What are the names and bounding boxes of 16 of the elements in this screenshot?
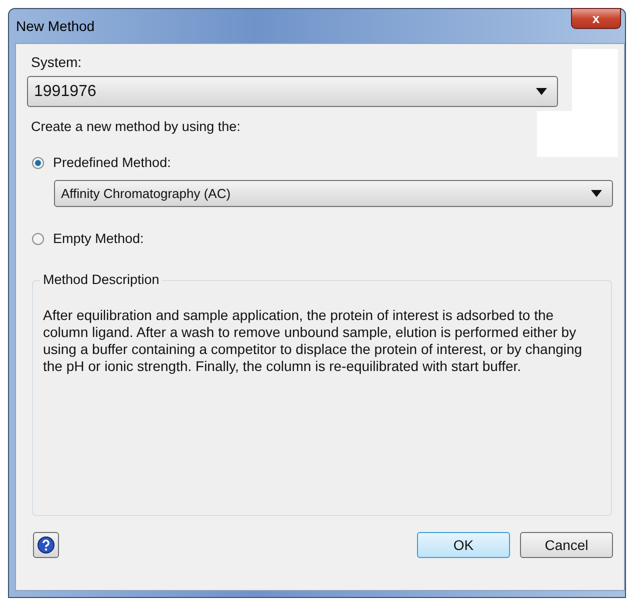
method-dropdown[interactable]: Affinity Chromatography (AC) (54, 180, 613, 207)
system-label: System: (31, 54, 83, 70)
caret-icon (536, 88, 547, 95)
cancel-button[interactable]: Cancel (520, 532, 613, 558)
description-text: After equilibration and sample application, the protein of interest is adsorbed to the column ligand. After a wash to remove unbound sample, elution is performed either by using a buffer containing a competitor to displace the protein of interest, or by changing the pH or ionic strength. Finally, the column is re-equilibrated with start buffer. (43, 307, 584, 375)
radio-option[interactable]: Empty Method: (32, 231, 624, 246)
radio-option[interactable]: Predefined Method: (32, 155, 624, 170)
help-button[interactable] (33, 532, 59, 558)
system-dropdown[interactable]: 1991976 (27, 76, 558, 107)
help-icon (37, 536, 55, 554)
caret-icon (591, 190, 602, 197)
close-button[interactable]: x (571, 8, 621, 29)
ok-button[interactable]: OK (417, 532, 510, 558)
window-title: New Method (16, 18, 95, 34)
group-title: Method Description (40, 272, 162, 287)
instruction-text: Create a new method by using the: (31, 119, 242, 134)
